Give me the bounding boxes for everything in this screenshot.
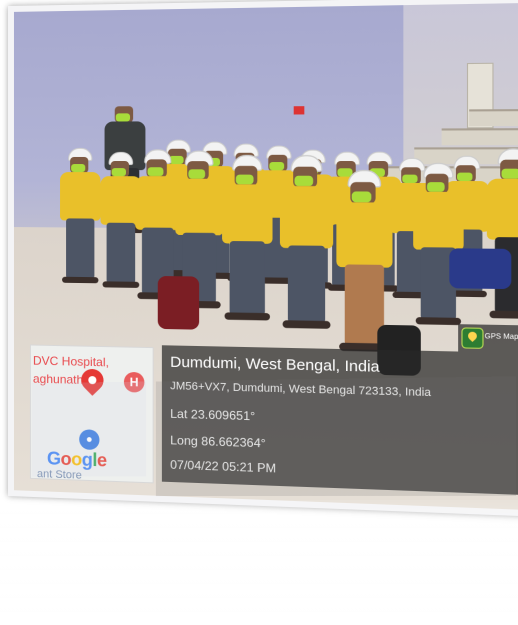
location-title: Dumdumi, West Bengal, India xyxy=(170,353,380,376)
photo-reflection xyxy=(18,376,517,500)
gps-app-badge: GPS Map Camera xyxy=(458,324,518,354)
seated-person xyxy=(220,154,275,341)
bag xyxy=(449,248,512,290)
gps-map-camera-icon xyxy=(461,327,484,349)
reflection-fade xyxy=(0,500,518,625)
map-place-label: DVC Hospital, xyxy=(32,353,109,370)
exit-sign xyxy=(293,106,305,115)
backpack xyxy=(157,275,200,330)
gps-app-name: GPS Map Camera xyxy=(484,333,518,342)
seated-person xyxy=(484,148,518,339)
reflection-info xyxy=(155,376,517,497)
seated-person xyxy=(277,155,336,350)
reflection-map xyxy=(31,381,147,477)
seated-person xyxy=(58,147,103,300)
